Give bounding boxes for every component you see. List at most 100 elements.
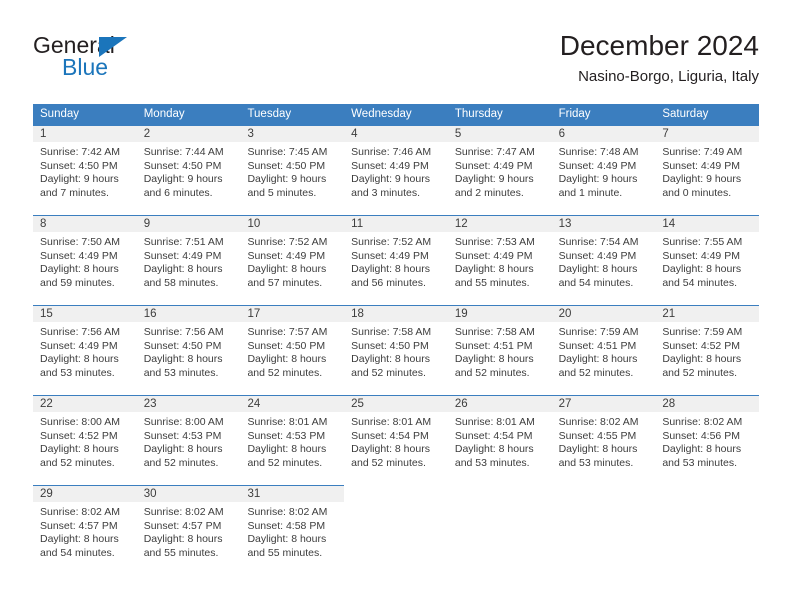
weekday-header-thursday: Thursday: [454, 108, 503, 120]
day-cell[interactable]: 31 Sunrise: 8:02 AM Sunset: 4:58 PM Dayl…: [240, 485, 345, 575]
sunset-text: Sunset: 4:49 PM: [558, 249, 637, 262]
day-cell[interactable]: 15 Sunrise: 7:56 AM Sunset: 4:49 PM Dayl…: [33, 305, 137, 395]
day-number-band: 14: [655, 215, 760, 232]
day-cell[interactable]: 8 Sunrise: 7:50 AM Sunset: 4:49 PM Dayli…: [33, 215, 137, 305]
sunset-text: Sunset: 4:50 PM: [247, 159, 326, 172]
day-cell[interactable]: 25 Sunrise: 8:01 AM Sunset: 4:54 PM Dayl…: [344, 395, 448, 485]
day-cell[interactable]: 20 Sunrise: 7:59 AM Sunset: 4:51 PM Dayl…: [551, 305, 656, 395]
sunrise-text: Sunrise: 7:45 AM: [247, 146, 328, 158]
daylight-text-line2: and 6 minutes.: [143, 186, 213, 199]
day-cell[interactable]: 3 Sunrise: 7:45 AM Sunset: 4:50 PM Dayli…: [240, 125, 345, 215]
sunrise-text: Sunrise: 7:52 AM: [351, 236, 432, 248]
day-number-band: [344, 485, 448, 502]
sunrise-text: Sunrise: 8:02 AM: [40, 506, 120, 518]
day-cell[interactable]: 23 Sunrise: 8:00 AM Sunset: 4:53 PM Dayl…: [136, 395, 241, 485]
daylight-text-line1: Daylight: 8 hours: [351, 443, 430, 456]
day-number: 28: [662, 398, 676, 410]
daylight-text-line1: Daylight: 9 hours: [454, 173, 534, 186]
day-cell[interactable]: 30 Sunrise: 8:02 AM Sunset: 4:57 PM Dayl…: [136, 485, 241, 575]
sunrise-text: Sunrise: 7:56 AM: [143, 326, 224, 338]
title-block: December 2024 Nasino-Borgo, Liguria, Ita…: [560, 28, 759, 88]
daylight-text-line1: Daylight: 8 hours: [558, 443, 638, 456]
calendar-page: General Blue December 2024 Nasino-Borgo,…: [0, 0, 792, 612]
day-cell[interactable]: 12 Sunrise: 7:53 AM Sunset: 4:49 PM Dayl…: [447, 215, 552, 305]
daylight-text-line1: Daylight: 8 hours: [558, 353, 638, 366]
week-row: 29 Sunrise: 8:02 AM Sunset: 4:57 PM Dayl…: [33, 485, 760, 575]
day-details: Sunrise: 7:52 AM Sunset: 4:49 PM Dayligh…: [344, 232, 448, 290]
day-cell[interactable]: 2 Sunrise: 7:44 AM Sunset: 4:50 PM Dayli…: [136, 125, 241, 215]
daylight-text-line2: and 55 minutes.: [454, 276, 530, 289]
sunrise-text: Sunrise: 8:00 AM: [40, 416, 120, 428]
day-cell[interactable]: 26 Sunrise: 8:01 AM Sunset: 4:54 PM Dayl…: [447, 395, 552, 485]
day-number: 8: [40, 218, 47, 230]
day-cell[interactable]: 29 Sunrise: 8:02 AM Sunset: 4:57 PM Dayl…: [33, 485, 137, 575]
daylight-text-line1: Daylight: 8 hours: [143, 263, 223, 276]
sunrise-text: Sunrise: 7:54 AM: [558, 236, 639, 248]
day-cell[interactable]: 27 Sunrise: 8:02 AM Sunset: 4:55 PM Dayl…: [551, 395, 656, 485]
day-number-band: 11: [344, 215, 448, 232]
day-number-band: 20: [551, 305, 656, 322]
sunset-text: Sunset: 4:57 PM: [143, 519, 222, 532]
day-number: 1: [40, 128, 47, 140]
sunrise-text: Sunrise: 8:02 AM: [247, 506, 328, 518]
daylight-text-line1: Daylight: 8 hours: [662, 353, 742, 366]
day-cell[interactable]: 9 Sunrise: 7:51 AM Sunset: 4:49 PM Dayli…: [136, 215, 241, 305]
day-number: 5: [454, 128, 462, 140]
day-cell[interactable]: 4 Sunrise: 7:46 AM Sunset: 4:49 PM Dayli…: [344, 125, 448, 215]
day-details: Sunrise: 7:49 AM Sunset: 4:49 PM Dayligh…: [655, 142, 759, 200]
day-cell[interactable]: 19 Sunrise: 7:58 AM Sunset: 4:51 PM Dayl…: [447, 305, 552, 395]
sunrise-text: Sunrise: 7:51 AM: [143, 236, 224, 248]
day-number-band: 1: [33, 125, 137, 142]
day-number-band: 6: [551, 125, 656, 142]
sunrise-text: Sunrise: 7:52 AM: [247, 236, 328, 248]
weekday-header-row: Sunday Monday Tuesday Wednesday Thursday…: [33, 104, 759, 125]
day-cell[interactable]: 11 Sunrise: 7:52 AM Sunset: 4:49 PM Dayl…: [344, 215, 448, 305]
day-number-band: 2: [136, 125, 241, 142]
day-cell[interactable]: 5 Sunrise: 7:47 AM Sunset: 4:49 PM Dayli…: [447, 125, 552, 215]
day-cell[interactable]: 14 Sunrise: 7:55 AM Sunset: 4:49 PM Dayl…: [655, 215, 760, 305]
day-number: 14: [662, 218, 676, 230]
day-cell[interactable]: 7 Sunrise: 7:49 AM Sunset: 4:49 PM Dayli…: [655, 125, 760, 215]
daylight-text-line1: Daylight: 8 hours: [40, 533, 119, 546]
sunrise-text: Sunrise: 8:02 AM: [558, 416, 639, 428]
day-number: 29: [40, 488, 53, 500]
daylight-text-line1: Daylight: 8 hours: [247, 443, 327, 456]
daylight-text-line1: Daylight: 8 hours: [143, 533, 223, 546]
day-cell[interactable]: 6 Sunrise: 7:48 AM Sunset: 4:49 PM Dayli…: [551, 125, 656, 215]
sunset-text: Sunset: 4:56 PM: [662, 429, 740, 442]
daylight-text-line2: and 55 minutes.: [247, 546, 323, 559]
day-cell[interactable]: 18 Sunrise: 7:58 AM Sunset: 4:50 PM Dayl…: [344, 305, 448, 395]
day-cell[interactable]: 22 Sunrise: 8:00 AM Sunset: 4:52 PM Dayl…: [33, 395, 137, 485]
daylight-text-line2: and 53 minutes.: [143, 366, 219, 379]
day-cell[interactable]: 16 Sunrise: 7:56 AM Sunset: 4:50 PM Dayl…: [136, 305, 241, 395]
sunset-text: Sunset: 4:50 PM: [247, 339, 326, 352]
day-number: 20: [558, 308, 572, 320]
sunset-text: Sunset: 4:49 PM: [454, 159, 533, 172]
day-cell[interactable]: 28 Sunrise: 8:02 AM Sunset: 4:56 PM Dayl…: [655, 395, 760, 485]
day-cell[interactable]: 1 Sunrise: 7:42 AM Sunset: 4:50 PM Dayli…: [33, 125, 137, 215]
day-number-band: [448, 485, 552, 502]
daylight-text-line1: Daylight: 9 hours: [662, 173, 742, 186]
sunset-text: Sunset: 4:57 PM: [40, 519, 118, 532]
day-number-band: 19: [447, 305, 552, 322]
sunset-text: Sunset: 4:51 PM: [558, 339, 637, 352]
weekday-header-monday: Monday: [143, 108, 185, 120]
sunrise-text: Sunrise: 8:01 AM: [454, 416, 535, 428]
day-number: 27: [558, 398, 572, 410]
daylight-text-line2: and 1 minute.: [558, 186, 623, 199]
day-details: Sunrise: 7:57 AM Sunset: 4:50 PM Dayligh…: [240, 322, 344, 380]
daylight-text-line2: and 2 minutes.: [454, 186, 524, 199]
day-details: Sunrise: 8:01 AM Sunset: 4:53 PM Dayligh…: [240, 412, 344, 470]
day-cell[interactable]: 24 Sunrise: 8:01 AM Sunset: 4:53 PM Dayl…: [240, 395, 345, 485]
day-cell[interactable]: 13 Sunrise: 7:54 AM Sunset: 4:49 PM Dayl…: [551, 215, 656, 305]
daylight-text-line2: and 5 minutes.: [247, 186, 317, 199]
day-cell[interactable]: 17 Sunrise: 7:57 AM Sunset: 4:50 PM Dayl…: [240, 305, 345, 395]
day-cell[interactable]: 10 Sunrise: 7:52 AM Sunset: 4:49 PM Dayl…: [240, 215, 345, 305]
day-number-band: 22: [33, 395, 137, 412]
sunset-text: Sunset: 4:49 PM: [662, 249, 740, 262]
day-details: Sunrise: 7:52 AM Sunset: 4:49 PM Dayligh…: [240, 232, 344, 290]
page-title: December 2024: [559, 30, 759, 61]
day-cell[interactable]: 21 Sunrise: 7:59 AM Sunset: 4:52 PM Dayl…: [655, 305, 760, 395]
daylight-text-line1: Daylight: 8 hours: [454, 263, 534, 276]
day-number-band: 25: [344, 395, 448, 412]
